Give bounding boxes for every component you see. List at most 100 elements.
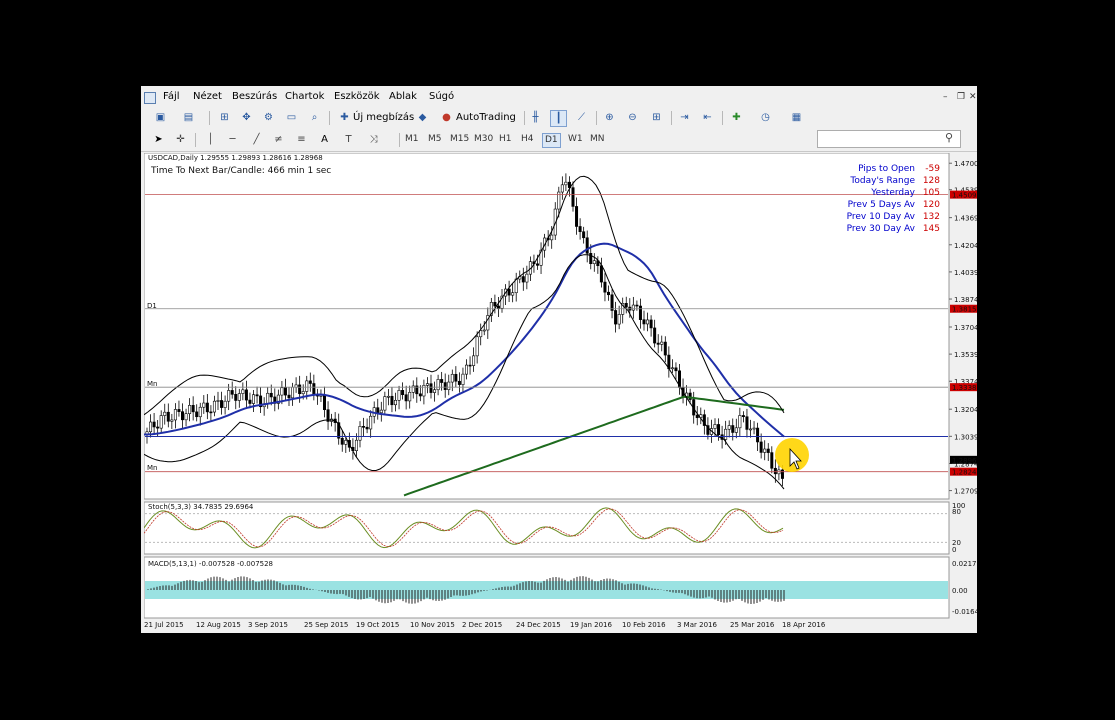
autotrading-icon[interactable]: ●: [439, 110, 454, 125]
new-order-button[interactable]: Új megbízás: [353, 111, 414, 125]
trendline-icon[interactable]: ╱: [249, 132, 264, 147]
timeframe-m30[interactable]: M30: [472, 133, 495, 146]
price-axis: 1.47001.45391.43691.42041.40391.38741.37…: [949, 160, 977, 496]
timeframe-mn[interactable]: MN: [588, 133, 607, 146]
timeframe-w1[interactable]: W1: [566, 133, 585, 146]
candle-body: [507, 288, 511, 296]
timeframe-m5[interactable]: M5: [426, 133, 444, 146]
stoch-label: Stoch(5,3,3) 34.7835 29.6964: [148, 503, 254, 511]
menu-help[interactable]: Súgó: [429, 91, 454, 102]
line-chart-icon[interactable]: ⟋: [574, 110, 589, 125]
menu-tools[interactable]: Eszközök: [334, 91, 380, 102]
candle-body: [770, 452, 774, 469]
stat-value: 105: [923, 188, 940, 198]
candle-body: [663, 341, 667, 356]
level-label-mn: Mn: [147, 464, 157, 472]
candle-body: [571, 187, 575, 207]
candle-body: [440, 379, 444, 383]
data-window-icon[interactable]: ⚙: [261, 110, 276, 125]
menu-charts[interactable]: Chartok: [285, 91, 324, 102]
candle-body: [642, 319, 646, 325]
candle-body: [220, 400, 224, 408]
market-watch-icon[interactable]: ⊞: [217, 110, 232, 125]
menu-view[interactable]: Nézet: [193, 91, 222, 102]
templates-icon[interactable]: ▦: [789, 110, 804, 125]
channel-icon[interactable]: ≠: [271, 132, 286, 147]
timeframe-d1[interactable]: D1: [542, 133, 561, 148]
periods-icon[interactable]: ◷: [758, 110, 773, 125]
timeframe-m15[interactable]: M15: [448, 133, 471, 146]
strategy-tester-icon[interactable]: ⌕: [307, 110, 322, 125]
candle-body: [376, 407, 380, 414]
candle-body: [312, 383, 316, 396]
candle-body: [362, 426, 366, 428]
timeframe-m1[interactable]: M1: [403, 133, 421, 146]
arrows-icon[interactable]: ⤨: [366, 132, 381, 147]
candle-body: [287, 394, 291, 399]
tile-windows-icon[interactable]: ⊞: [649, 110, 664, 125]
candle-body: [227, 390, 231, 402]
menu-insert[interactable]: Beszúrás: [232, 91, 277, 102]
candle-body: [188, 405, 192, 414]
date-tick: 3 Sep 2015: [248, 621, 288, 629]
menu-window[interactable]: Ablak: [389, 91, 417, 102]
metaeditor-icon[interactable]: ◆: [415, 110, 430, 125]
price-tick: 1.3874: [954, 296, 977, 304]
candle-body: [184, 413, 188, 421]
chart-shift-icon[interactable]: ⇥: [677, 110, 692, 125]
candle-body: [592, 260, 596, 265]
candle-body: [212, 400, 216, 413]
macd-tick: 0.00: [952, 587, 968, 595]
stat-label: Yesterday: [870, 188, 915, 198]
price-chart[interactable]: USDCAD,Daily 1.29555 1.29893 1.28616 1.2…: [144, 153, 977, 630]
crosshair-icon[interactable]: ✛: [173, 132, 188, 147]
candle-body: [724, 428, 728, 440]
candle-body: [610, 294, 614, 311]
candle-body: [599, 265, 603, 283]
autoscroll-icon[interactable]: ⇤: [700, 110, 715, 125]
timeframe-h4[interactable]: H4: [519, 133, 536, 146]
candle-body: [624, 303, 628, 308]
candle-body: [468, 364, 472, 367]
indicators-icon[interactable]: ✚: [729, 110, 744, 125]
restore-icon[interactable]: ❐: [957, 92, 965, 102]
candle-body: [149, 421, 153, 433]
candle-body: [269, 392, 273, 398]
candle-body: [244, 389, 248, 401]
candle-body: [631, 304, 635, 311]
timeframe-h1[interactable]: H1: [497, 133, 514, 146]
menu-file[interactable]: Fájl: [163, 91, 180, 102]
horizontal-line-icon[interactable]: ─: [225, 132, 240, 147]
minimize-icon[interactable]: –: [943, 92, 948, 102]
date-tick: 19 Jan 2016: [570, 621, 613, 629]
candle-body: [748, 428, 752, 431]
candle-body: [159, 415, 163, 429]
fibonacci-icon[interactable]: ≡: [294, 132, 309, 147]
zoom-out-icon[interactable]: ⊖: [625, 110, 640, 125]
stat-label: Prev 30 Day Av: [847, 224, 916, 234]
candle-body: [209, 411, 213, 414]
terminal-icon[interactable]: ▭: [284, 110, 299, 125]
new-order-icon[interactable]: ✚: [337, 110, 352, 125]
zoom-in-icon[interactable]: ⊕: [602, 110, 617, 125]
candle-body: [163, 411, 167, 416]
price-tick: 1.3704: [954, 324, 977, 332]
candle-body: [255, 394, 259, 397]
bar-chart-icon[interactable]: ╫: [528, 110, 543, 125]
price-tag: 1.3338: [952, 384, 977, 392]
text-label-icon[interactable]: T: [341, 132, 356, 147]
close-icon[interactable]: ✕: [969, 92, 977, 102]
candle-body: [234, 394, 238, 401]
text-tool-icon[interactable]: A: [317, 132, 332, 147]
price-tick: 1.4039: [954, 269, 977, 277]
profiles-icon[interactable]: ▤: [181, 110, 196, 125]
candle-body: [766, 448, 770, 453]
vertical-line-icon[interactable]: │: [203, 132, 218, 147]
chart-window[interactable]: USDCAD,Daily 1.29555 1.29893 1.28616 1.2…: [144, 153, 977, 630]
candlestick-chart-icon[interactable]: ┃: [550, 110, 567, 127]
autotrading-button[interactable]: AutoTrading: [456, 111, 516, 125]
candle-body: [447, 381, 451, 390]
cursor-icon[interactable]: ➤: [151, 132, 166, 147]
new-chart-icon[interactable]: ▣: [153, 110, 168, 125]
navigator-icon[interactable]: ✥: [239, 110, 254, 125]
